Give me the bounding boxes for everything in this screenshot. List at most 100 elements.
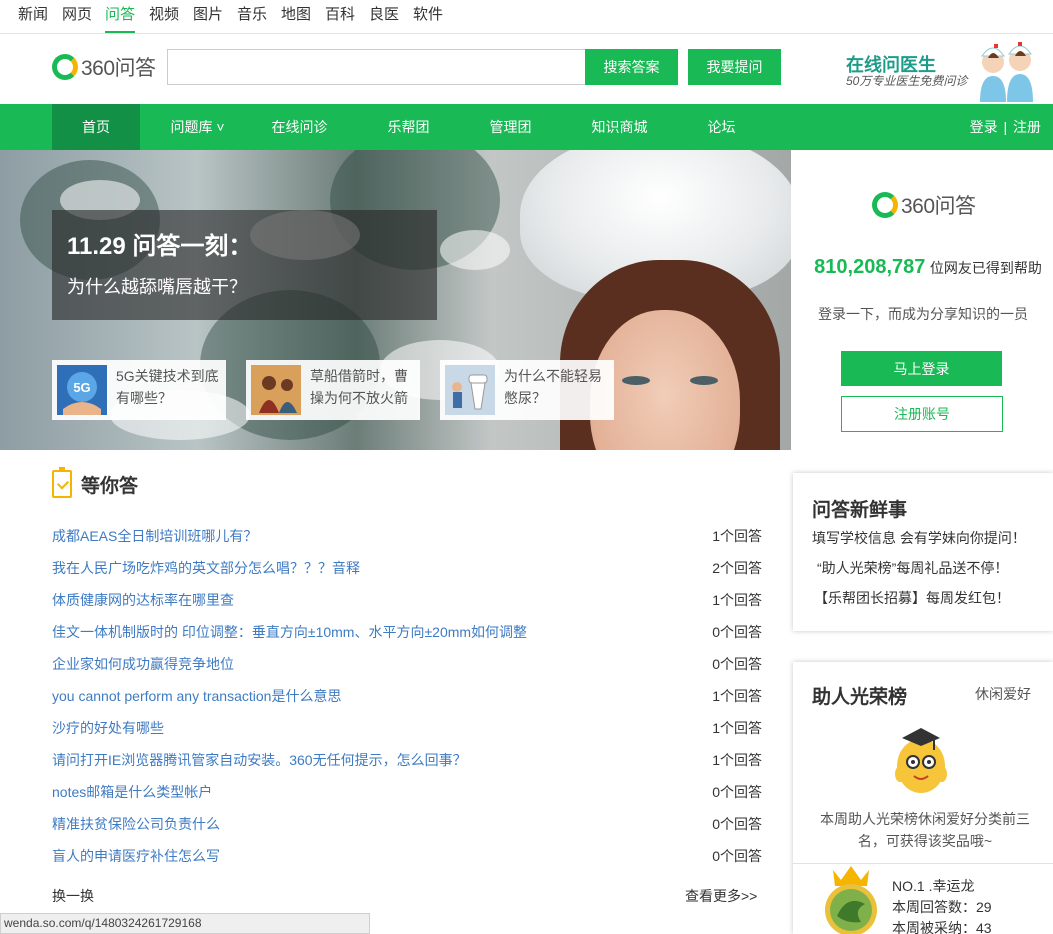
answer-count: 0个回答 bbox=[712, 784, 762, 800]
nav-lebangtuan[interactable]: 乐帮团 bbox=[366, 104, 451, 150]
news-item[interactable]: 【乐帮团长招募】每周发红包！ bbox=[814, 588, 1010, 608]
news-title: 问答新鲜事 bbox=[812, 500, 908, 521]
crown-avatar-icon bbox=[825, 866, 877, 934]
waiting-title: 等你答 bbox=[81, 475, 139, 497]
topnav-video[interactable]: 视频 bbox=[149, 0, 179, 33]
5g-thumb-label: 5G bbox=[73, 380, 90, 395]
answer-count: 1个回答 bbox=[712, 592, 762, 608]
clipboard-check-icon bbox=[52, 467, 72, 498]
nav-question-bank[interactable]: 问题库 ˅ bbox=[155, 104, 240, 150]
topnav-wenda[interactable]: 问答 bbox=[105, 0, 136, 33]
feature-title: 11.29 问答一刻： bbox=[67, 233, 253, 260]
login-prompt: 登录一下，而成为分享知识的一员 bbox=[818, 306, 1028, 322]
question-row: you cannot perform any transaction是什么意思 1… bbox=[52, 680, 762, 712]
banner-card-5g[interactable]: 5G 5G关键技术到底 有哪些？ bbox=[52, 360, 226, 420]
honor-board-card: 助人光荣榜 休闲爱好 本周助人光荣榜休闲爱好分类前三名，可获得该奖品哦~ NO.… bbox=[793, 662, 1053, 934]
topnav-map[interactable]: 地图 bbox=[281, 0, 311, 33]
site-logo[interactable]: 360问答 bbox=[52, 52, 156, 82]
question-row: 盲人的申请医疗补住怎么写 0个回答 bbox=[52, 840, 762, 872]
topnav-baike[interactable]: 百科 bbox=[325, 0, 355, 33]
register-account-button[interactable]: 注册账号 bbox=[841, 396, 1003, 432]
honor-category[interactable]: 休闲爱好 bbox=[975, 684, 1031, 704]
topnav-image[interactable]: 图片 bbox=[193, 0, 223, 33]
banner-card-urine[interactable]: 为什么不能轻易 憋尿？ bbox=[440, 360, 614, 420]
topnav-web[interactable]: 网页 bbox=[62, 0, 92, 33]
answer-count: 1个回答 bbox=[712, 720, 762, 736]
nav-knowledge-mall[interactable]: 知识商城 bbox=[577, 104, 662, 150]
question-link[interactable]: 精准扶贫保险公司负责什么 bbox=[52, 814, 220, 834]
question-row: 成都AEAS全日制培训班哪儿有？ 1个回答 bbox=[52, 520, 762, 552]
nav-admin-team[interactable]: 管理团 bbox=[468, 104, 553, 150]
logo-text: 360问答 bbox=[81, 57, 156, 80]
online-doctor-subtitle: 50万专业医生免费问诊 bbox=[846, 74, 968, 88]
ask-question-button[interactable]: 我要提问 bbox=[688, 49, 781, 85]
question-row: 请问打开IE浏览器腾讯管家自动安装。360无任何提示，怎么回事？ 1个回答 bbox=[52, 744, 762, 776]
question-link[interactable]: notes邮箱是什么类型帐户 bbox=[52, 782, 212, 802]
news-card: 问答新鲜事 填写学校信息 会有学妹向你提问！ “助人光荣榜”每周礼品送不停！ 【… bbox=[793, 473, 1053, 631]
feature-banner[interactable]: 11.29 问答一刻： 为什么越舔嘴唇越干？ 5G 5G关键技术到底 有哪些？ … bbox=[0, 150, 791, 450]
question-link[interactable]: you cannot perform any transaction是什么意思 bbox=[52, 686, 341, 706]
nav-home[interactable]: 首页 bbox=[52, 104, 140, 150]
card-line1: 为什么不能轻易 bbox=[504, 368, 602, 384]
question-link[interactable]: 沙疗的好处有哪些 bbox=[52, 718, 164, 738]
weekly-adopted: 本周被采纳：43 bbox=[892, 920, 992, 934]
nav-forum[interactable]: 论坛 bbox=[679, 104, 764, 150]
feature-question[interactable]: 为什么越舔嘴唇越干？ bbox=[67, 273, 247, 299]
topnav-liangyi[interactable]: 良医 bbox=[369, 0, 399, 33]
answer-count: 1个回答 bbox=[712, 688, 762, 704]
question-link[interactable]: 佳文一体机制版时的 印位调整：垂直方向±10mm、水平方向±20mm如何调整 bbox=[52, 622, 527, 642]
view-more-link[interactable]: 查看更多>> bbox=[685, 886, 757, 906]
login-now-button[interactable]: 马上登录 bbox=[841, 351, 1002, 386]
question-link[interactable]: 盲人的申请医疗补住怎么写 bbox=[52, 846, 220, 866]
status-bar-url: wenda.so.com/q/1480324261729168 bbox=[0, 913, 370, 934]
question-row: 体质健康网的达标率在哪里查 1个回答 bbox=[52, 584, 762, 616]
question-link[interactable]: 成都AEAS全日制培训班哪儿有？ bbox=[52, 526, 257, 546]
rank-name[interactable]: NO.1 .幸运龙 bbox=[892, 876, 974, 896]
feature-overlay[interactable]: 11.29 问答一刻： 为什么越舔嘴唇越干？ bbox=[52, 210, 437, 320]
main-nav: 首页 问题库 ˅ 在线问诊 乐帮团 管理团 知识商城 论坛 登录 | 注册 bbox=[0, 104, 1053, 150]
nav-separator: | bbox=[1003, 119, 1008, 135]
helped-count: 810,208,787 位网友已得到帮助 bbox=[803, 256, 1053, 279]
news-item[interactable]: 填写学校信息 会有学妹向你提问！ bbox=[812, 528, 1026, 548]
question-row: 沙疗的好处有哪些 1个回答 bbox=[52, 712, 762, 744]
search-answer-button[interactable]: 搜索答案 bbox=[585, 49, 678, 85]
question-link[interactable]: 企业家如何成功赢得竞争地位 bbox=[52, 654, 234, 674]
card-line2: 操为何不放火箭 bbox=[310, 390, 408, 406]
topnav-music[interactable]: 音乐 bbox=[237, 0, 267, 33]
answer-count: 2个回答 bbox=[712, 560, 762, 576]
answer-count: 0个回答 bbox=[712, 656, 762, 672]
toilet-icon bbox=[445, 365, 495, 415]
nav-register-link[interactable]: 注册 bbox=[1013, 119, 1041, 135]
answer-count: 1个回答 bbox=[712, 752, 762, 768]
question-row: 佳文一体机制版时的 印位调整：垂直方向±10mm、水平方向±20mm如何调整 0个… bbox=[52, 616, 762, 648]
waiting-section-header: 等你答 bbox=[52, 467, 139, 498]
logo-ring-icon bbox=[872, 192, 898, 218]
search-input[interactable] bbox=[167, 49, 586, 85]
nav-online-consult[interactable]: 在线问诊 bbox=[257, 104, 342, 150]
topnav-software[interactable]: 软件 bbox=[413, 0, 443, 33]
painting-icon bbox=[251, 365, 301, 415]
login-panel: 360问答 810,208,787 位网友已得到帮助 登录一下，而成为分享知识的… bbox=[793, 150, 1053, 450]
news-item[interactable]: “助人光荣榜”每周礼品送不停！ bbox=[817, 558, 1008, 578]
topnav-news[interactable]: 新闻 bbox=[18, 0, 48, 33]
answer-count: 1个回答 bbox=[712, 528, 762, 544]
banner-card-caocao[interactable]: 草船借箭时，曹 操为何不放火箭 bbox=[246, 360, 420, 420]
nav-login-link[interactable]: 登录 bbox=[970, 119, 998, 135]
honor-description: 本周助人光荣榜休闲爱好分类前三名，可获得该奖品哦~ bbox=[820, 811, 1030, 849]
logo-ring-icon bbox=[52, 54, 78, 80]
question-row: 我在人民广场吃炸鸡的英文部分怎么唱？？？音释 2个回答 bbox=[52, 552, 762, 584]
question-link[interactable]: 请问打开IE浏览器腾讯管家自动安装。360无任何提示，怎么回事？ bbox=[52, 750, 467, 770]
question-link[interactable]: 我在人民广场吃炸鸡的英文部分怎么唱？？？音释 bbox=[52, 558, 360, 578]
card-line1: 5G关键技术到底 bbox=[116, 368, 219, 384]
helped-count-number: 810,208,787 bbox=[814, 256, 926, 278]
question-row: 精准扶贫保险公司负责什么 0个回答 bbox=[52, 808, 762, 840]
nav-login-register: 登录 | 注册 bbox=[970, 104, 1041, 150]
question-link[interactable]: 体质健康网的达标率在哪里查 bbox=[52, 590, 234, 610]
refresh-button[interactable]: 换一换 bbox=[52, 886, 94, 906]
question-row: notes邮箱是什么类型帐户 0个回答 bbox=[52, 776, 762, 808]
question-list: 成都AEAS全日制培训班哪儿有？ 1个回答 我在人民广场吃炸鸡的英文部分怎么唱？？… bbox=[52, 520, 762, 872]
panel-logo: 360问答 bbox=[872, 190, 976, 220]
card-line1: 草船借箭时，曹 bbox=[310, 368, 408, 384]
question-row: 企业家如何成功赢得竞争地位 0个回答 bbox=[52, 648, 762, 680]
weekly-answers: 本周回答数：29 bbox=[892, 899, 992, 915]
